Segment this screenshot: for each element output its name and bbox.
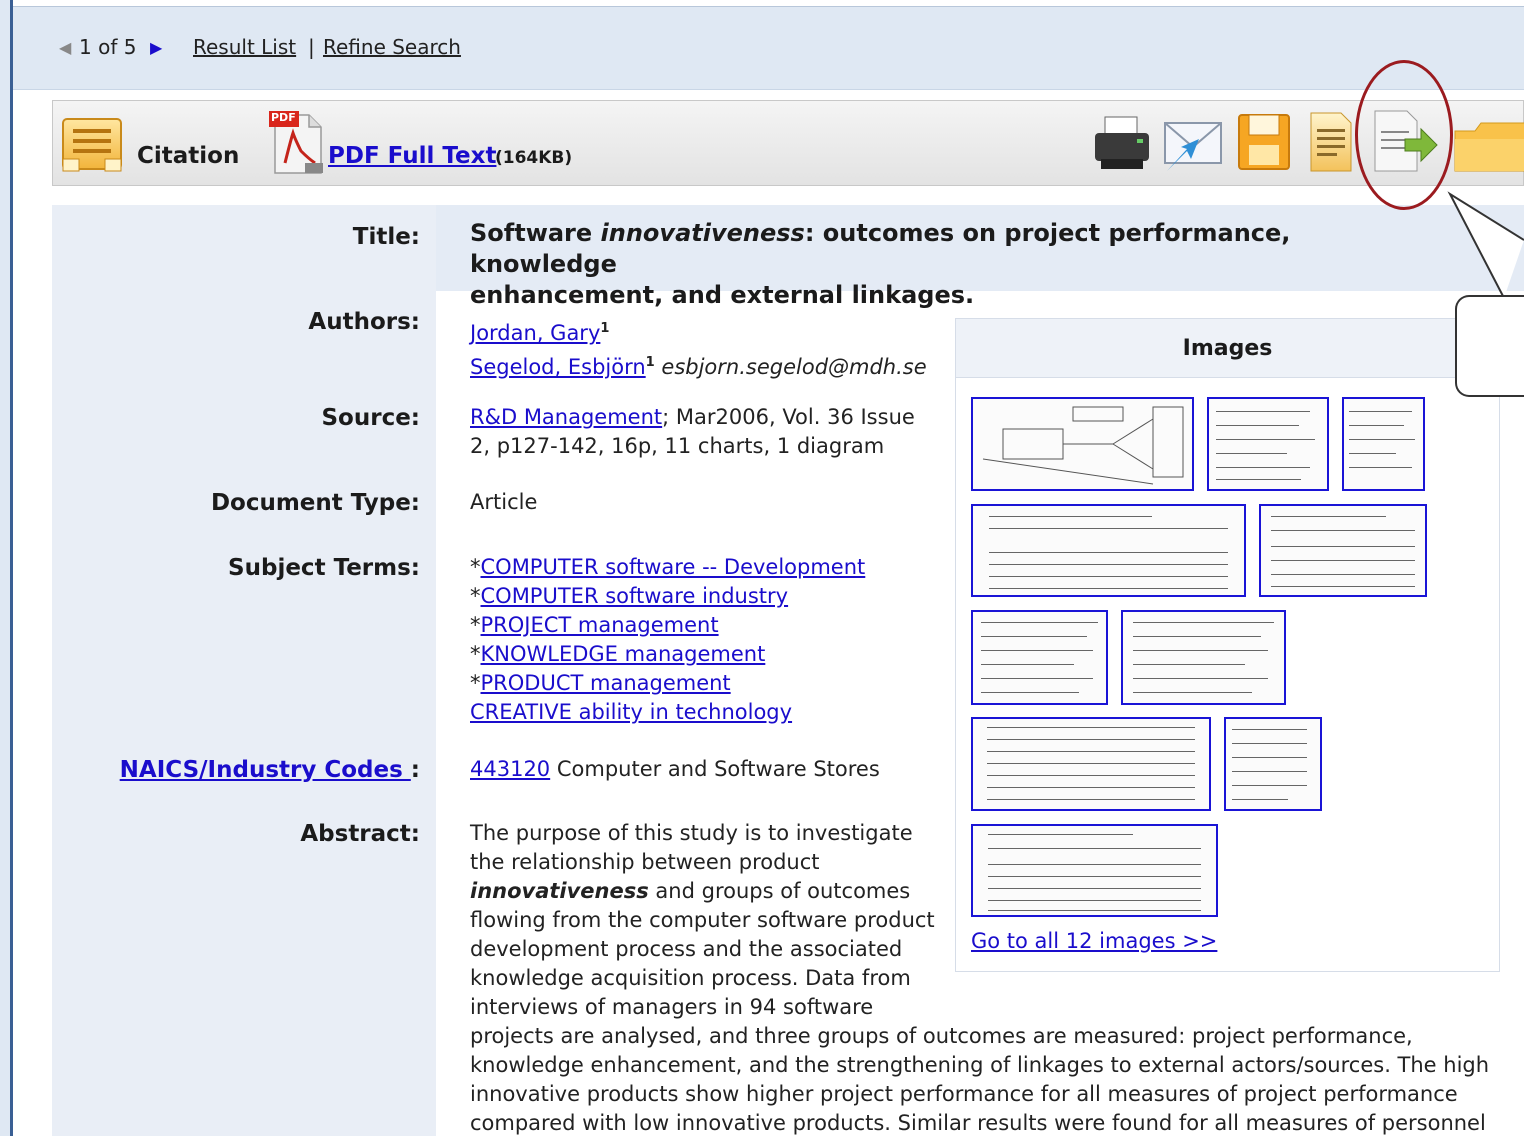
record-position: 1 of 5 [79, 35, 137, 59]
abstract-line-text: and groups of outcomes [648, 879, 911, 903]
title-text: Software [470, 219, 601, 247]
print-icon[interactable] [1091, 113, 1153, 173]
image-thumbnail[interactable] [1259, 504, 1427, 597]
image-thumbnail[interactable] [1224, 717, 1322, 811]
subject-terms-list: *COMPUTER software -- Development *COMPU… [470, 553, 865, 727]
next-record-icon[interactable]: ▶ [150, 38, 162, 57]
citation-icon[interactable] [61, 115, 123, 173]
subject-term-link[interactable]: PROJECT management [481, 613, 719, 637]
authors-label: Authors: [308, 309, 420, 335]
subject-term: *KNOWLEDGE management [470, 640, 865, 669]
source-label: Source: [321, 405, 420, 431]
naics-label: NAICS/Industry Codes : [120, 757, 420, 783]
previous-record-icon[interactable]: ◀ [59, 38, 71, 57]
author-email: esbjorn.segelod@mdh.se [661, 355, 927, 379]
left-frame-bar [0, 0, 13, 1136]
image-thumbnail[interactable] [971, 610, 1108, 705]
refine-search-link[interactable]: Refine Search [323, 35, 461, 59]
naics-value: 443120 Computer and Software Stores [470, 755, 880, 784]
author-link[interactable]: Segelod, Esbjörn [470, 355, 646, 379]
result-list-link[interactable]: Result List [193, 35, 296, 59]
email-icon[interactable] [1161, 115, 1225, 173]
top-border [0, 0, 1524, 7]
title-line-2: enhancement, and external linkages. [470, 281, 975, 309]
major-subject-marker: * [470, 642, 481, 666]
subject-term-link[interactable]: COMPUTER software -- Development [481, 555, 866, 579]
subject-term-link[interactable]: KNOWLEDGE management [481, 642, 766, 666]
source-details-2: 2, p127-142, 16p, 11 charts, 1 diagram [470, 434, 885, 458]
subject-term: *COMPUTER software -- Development [470, 553, 865, 582]
major-subject-marker: * [470, 555, 481, 579]
author-link[interactable]: Jordan, Gary [470, 321, 600, 345]
naics-colon: : [410, 757, 420, 783]
abstract-line: innovative products show higher project … [470, 1082, 1458, 1106]
nav-separator: | [308, 35, 315, 59]
authors-list: Jordan, Gary1 Segelod, Esbjörn1 esbjorn.… [470, 314, 927, 382]
cite-icon[interactable] [1309, 111, 1353, 173]
abstract-label: Abstract: [300, 821, 420, 847]
record-navigation-bar: ◀ 1 of 5 ▶ Result List | Refine Search [13, 7, 1524, 90]
doctype-value: Article [470, 490, 538, 514]
citation-label[interactable]: Citation [137, 143, 239, 169]
image-thumbnail[interactable] [1207, 397, 1329, 491]
subject-term-link[interactable]: COMPUTER software industry [481, 584, 789, 608]
article-title: Software innovativeness: outcomes on pro… [470, 218, 1430, 311]
image-thumbnail[interactable] [1342, 397, 1425, 491]
abstract-line: projects are analysed, and three groups … [470, 1024, 1413, 1048]
abstract-line: interviews of managers in 94 software [470, 995, 874, 1019]
image-thumbnail[interactable] [971, 397, 1194, 491]
source-journal-link[interactable]: R&D Management [470, 405, 662, 429]
abstract-line: compared with low innovative products. S… [470, 1111, 1486, 1135]
callout-pointer [1447, 191, 1524, 299]
major-subject-marker: * [470, 613, 481, 637]
subject-term: *PROJECT management [470, 611, 865, 640]
subject-term: CREATIVE ability in technology [470, 698, 865, 727]
source-details: ; Mar2006, Vol. 36 Issue [662, 405, 915, 429]
title-label: Title: [352, 224, 420, 250]
subject-term-link[interactable]: PRODUCT management [481, 671, 731, 695]
image-thumbnail[interactable] [971, 504, 1246, 597]
callout-box [1455, 295, 1524, 397]
subject-term: *PRODUCT management [470, 669, 865, 698]
image-thumbnail[interactable] [1121, 610, 1286, 705]
major-subject-marker: * [470, 584, 481, 608]
doctype-label: Document Type: [210, 490, 420, 516]
image-thumbnail[interactable] [971, 717, 1211, 811]
author-affiliation: 1 [600, 321, 610, 336]
go-to-all-images-link[interactable]: Go to all 12 images >> [971, 929, 1217, 953]
author-affiliation: 1 [645, 355, 655, 370]
images-heading: Images [956, 319, 1499, 378]
subject-term-link[interactable]: CREATIVE ability in technology [470, 700, 792, 724]
major-subject-marker: * [470, 671, 481, 695]
highlight-circle [1355, 60, 1453, 210]
naics-code-link[interactable]: 443120 [470, 757, 550, 781]
abstract-line: knowledge enhancement, and the strengthe… [470, 1053, 1490, 1077]
detail-toolbar: Citation PDF PDF Full Text (164KB) [52, 100, 1524, 186]
subject-term: *COMPUTER software industry [470, 582, 865, 611]
images-panel: Images Go to all 12 images >> [955, 318, 1500, 972]
image-thumbnail[interactable] [971, 824, 1218, 917]
naics-help-link[interactable]: NAICS/Industry Codes [120, 757, 411, 783]
title-italic: innovativeness [600, 219, 805, 247]
pdf-icon[interactable]: PDF [269, 109, 325, 177]
pdf-badge: PDF [271, 111, 296, 124]
pdf-size: (164KB) [495, 148, 573, 168]
source-value: R&D Management; Mar2006, Vol. 36 Issue 2… [470, 403, 915, 461]
pdf-full-text-link[interactable]: PDF Full Text [328, 143, 496, 169]
subjects-label: Subject Terms: [228, 555, 420, 581]
folder-icon[interactable] [1453, 119, 1524, 173]
naics-description: Computer and Software Stores [550, 757, 880, 781]
abstract-emphasis: innovativeness [470, 879, 649, 903]
save-icon[interactable] [1237, 111, 1291, 173]
